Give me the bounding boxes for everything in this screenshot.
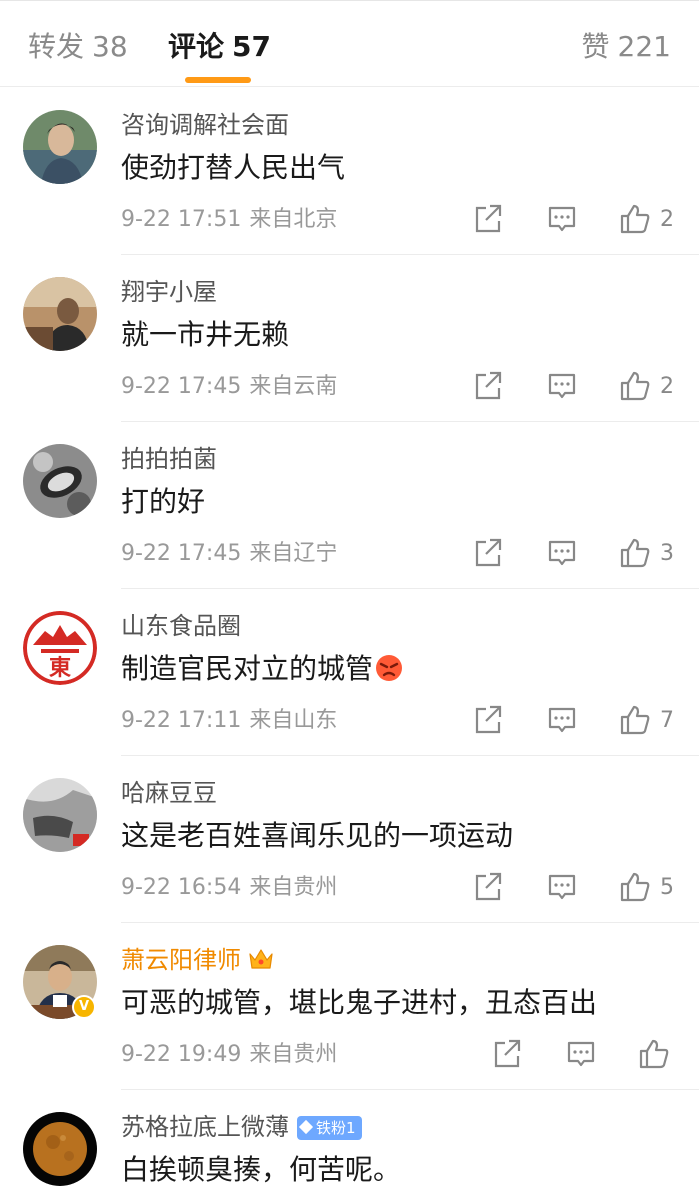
- comment-item: 咨询调解社会面 使劲打替人民出气 9-22 17:51 来自北京 2: [0, 88, 699, 255]
- comment-text: 这是老百姓喜闻乐见的一项运动: [121, 819, 514, 852]
- reply-icon[interactable]: [547, 870, 577, 904]
- like-icon[interactable]: [619, 202, 651, 236]
- comment-author[interactable]: 萧云阳律师: [121, 945, 275, 979]
- fan-badge: 铁粉1: [297, 1116, 362, 1140]
- like-count: 3: [660, 541, 674, 566]
- tab-repost-count: 38: [92, 30, 128, 63]
- share-icon[interactable]: [473, 202, 503, 236]
- comment-text: 打的好: [121, 485, 206, 518]
- comment-author-name: 苏格拉底上微薄: [121, 1113, 289, 1141]
- comment-source: 来自北京: [249, 207, 338, 232]
- comment-source: 来自山东: [249, 708, 338, 733]
- comment-item: V 萧云阳律师 可恶的城管，堪比鬼子进村，丑态百出 9-22 19:49 来自贵州: [0, 923, 699, 1090]
- comment-time: 9-22 17:51: [121, 207, 242, 232]
- like-icon[interactable]: [619, 870, 651, 904]
- comment-text-body: 制造官民对立的城管: [121, 652, 374, 685]
- tab-comment[interactable]: 评论 57: [168, 29, 271, 65]
- comment-time: 9-22 17:11: [121, 708, 242, 733]
- like-count: 7: [660, 708, 674, 733]
- comment-meta: 9-22 17:51 来自北京: [121, 205, 337, 235]
- like-count: 2: [660, 207, 674, 232]
- comment-item: 拍拍拍菌 打的好 9-22 17:45 来自辽宁 3: [0, 422, 699, 589]
- reply-icon[interactable]: [547, 202, 577, 236]
- tab-like-count: 221: [617, 30, 671, 63]
- fan-badge-label: 铁粉1: [316, 1119, 356, 1137]
- logo-glyph: 東: [49, 656, 71, 681]
- tab-comment-label: 评论: [168, 30, 225, 63]
- comment-meta: 9-22 19:49 来自贵州: [121, 1040, 337, 1070]
- comment-author[interactable]: 拍拍拍菌: [121, 444, 217, 474]
- tab-repost-label: 转发: [28, 30, 85, 63]
- comment-tabs: 转发 38 评论 57 赞 221: [0, 0, 699, 86]
- tabs-divider: [0, 86, 699, 87]
- comment-source: 来自贵州: [249, 875, 338, 900]
- comment-time: 9-22 16:54: [121, 875, 242, 900]
- avatar[interactable]: [23, 277, 97, 351]
- comment-text: 可恶的城管，堪比鬼子进村，丑态百出: [121, 986, 598, 1019]
- like-icon[interactable]: [638, 1037, 670, 1071]
- comment-author[interactable]: 翔宇小屋: [121, 277, 217, 307]
- comment-author[interactable]: 咨询调解社会面: [121, 110, 289, 140]
- comment-meta: 9-22 17:45 来自辽宁: [121, 539, 337, 569]
- comment-text: 白挨顿臭揍，何苦呢。: [121, 1153, 402, 1186]
- comment-source: 来自贵州: [249, 1042, 338, 1067]
- comment-meta: 9-22 17:45 来自云南: [121, 372, 337, 402]
- comment-item: 苏格拉底上微薄 铁粉1 白挨顿臭揍，何苦呢。: [0, 1090, 699, 1200]
- avatar[interactable]: [23, 444, 97, 518]
- tab-like[interactable]: 赞 221: [582, 29, 671, 65]
- tab-comment-count: 57: [232, 30, 271, 63]
- angry-emoji-icon: [375, 653, 403, 693]
- diamond-icon: [298, 1119, 314, 1135]
- like-count: 2: [660, 374, 674, 399]
- verified-icon: V: [72, 995, 96, 1019]
- share-icon[interactable]: [473, 870, 503, 904]
- tab-repost[interactable]: 转发 38: [28, 29, 128, 65]
- avatar[interactable]: [23, 110, 97, 184]
- comment-item: 哈麻豆豆 这是老百姓喜闻乐见的一项运动 9-22 16:54 来自贵州 5: [0, 756, 699, 923]
- like-icon[interactable]: [619, 369, 651, 403]
- avatar[interactable]: [23, 1112, 97, 1186]
- comment-text: 使劲打替人民出气: [121, 151, 346, 184]
- reply-icon[interactable]: [566, 1037, 596, 1071]
- avatar[interactable]: 東: [23, 611, 97, 685]
- comment-author[interactable]: 山东食品圈: [121, 611, 241, 641]
- comment-meta: 9-22 16:54 来自贵州: [121, 873, 337, 903]
- comment-item: 東 山东食品圈 制造官民对立的城管 9-22 17:11 来自山东 7: [0, 589, 699, 756]
- share-icon[interactable]: [473, 703, 503, 737]
- comment-author-name: 萧云阳律师: [121, 946, 241, 974]
- comment-text: 就一市井无赖: [121, 318, 290, 351]
- share-icon[interactable]: [473, 536, 503, 570]
- share-icon[interactable]: [473, 369, 503, 403]
- comment-source: 来自云南: [249, 374, 338, 399]
- comment-author[interactable]: 哈麻豆豆: [121, 778, 217, 808]
- tab-like-label: 赞: [581, 30, 610, 63]
- comment-time: 9-22 19:49: [121, 1042, 242, 1067]
- comment-text: 制造官民对立的城管: [121, 649, 403, 693]
- share-icon[interactable]: [492, 1037, 522, 1071]
- like-icon[interactable]: [619, 703, 651, 737]
- comment-meta: 9-22 17:11 来自山东: [121, 706, 337, 736]
- reply-icon[interactable]: [547, 369, 577, 403]
- crown-icon: [247, 946, 275, 979]
- comment-time: 9-22 17:45: [121, 374, 242, 399]
- comment-source: 来自辽宁: [249, 541, 338, 566]
- comment-time: 9-22 17:45: [121, 541, 242, 566]
- avatar[interactable]: [23, 778, 97, 852]
- like-icon[interactable]: [619, 536, 651, 570]
- comment-item: 翔宇小屋 就一市井无赖 9-22 17:45 来自云南 2: [0, 255, 699, 422]
- reply-icon[interactable]: [547, 703, 577, 737]
- active-tab-indicator: [185, 77, 251, 83]
- reply-icon[interactable]: [547, 536, 577, 570]
- like-count: 5: [660, 875, 674, 900]
- comment-author[interactable]: 苏格拉底上微薄 铁粉1: [121, 1112, 362, 1142]
